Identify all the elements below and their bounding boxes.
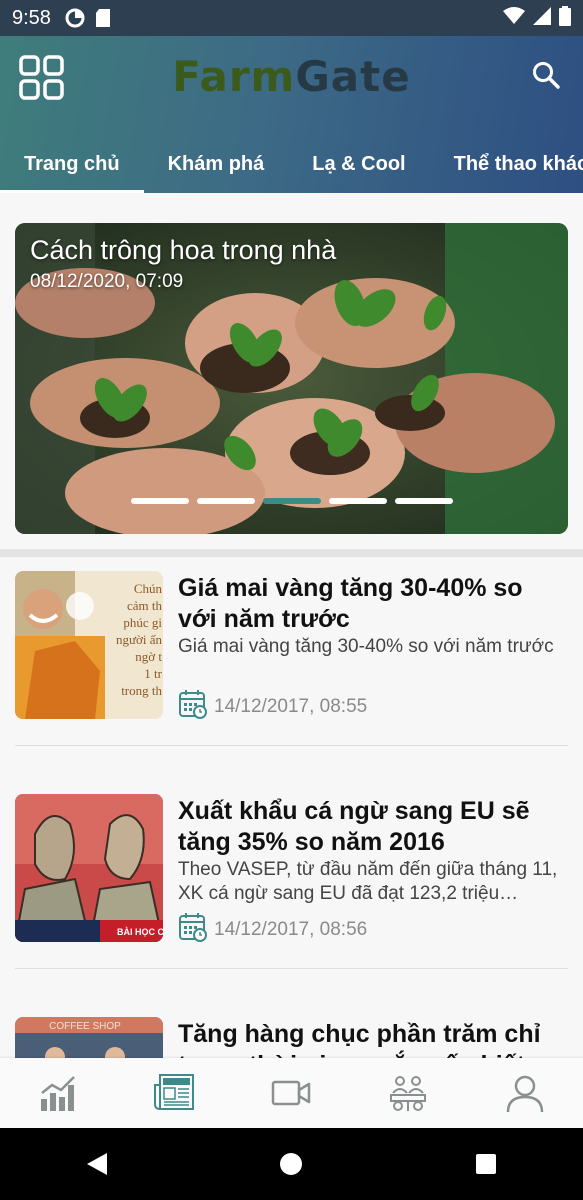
- tab-the-thao-khac[interactable]: Thể thao khác: [430, 136, 583, 193]
- thumb-caption: BÀI HỌC C: [117, 927, 163, 937]
- article-item[interactable]: COFFEE SHOP Tăng hàng chục phần trăm chỉ…: [15, 1017, 568, 1058]
- thumb-text-line: ngờ t: [135, 649, 162, 664]
- tab-la-cool[interactable]: Lạ & Cool: [288, 136, 429, 193]
- article-description: Theo VASEP, từ đầu năm đến giữa tháng 11…: [178, 859, 558, 904]
- featured-image: [15, 223, 568, 534]
- app-header: FarmGate Trang chủ Khám phá Lạ & Cool Th…: [0, 36, 583, 193]
- profile-icon[interactable]: [495, 1068, 555, 1118]
- article-meta: 14/12/2017, 08:56: [178, 912, 367, 948]
- news-icon[interactable]: [145, 1068, 205, 1118]
- carousel-dot-1[interactable]: [130, 498, 189, 504]
- sd-card-icon: [95, 8, 111, 28]
- tab-kham-pha[interactable]: Khám phá: [144, 136, 289, 193]
- data-saver-icon: [65, 8, 85, 28]
- thumb-text-line: trong th: [121, 683, 162, 698]
- article-item[interactable]: Chún cảm th phúc gi người ấn ngờ t 1 tr …: [15, 571, 568, 761]
- article-date: 14/12/2017, 08:56: [214, 919, 368, 940]
- article-title[interactable]: Giá mai vàng tăng 30-40% so với năm trướ…: [178, 573, 568, 635]
- community-icon[interactable]: [378, 1068, 438, 1118]
- chart-icon[interactable]: [28, 1068, 88, 1118]
- search-icon[interactable]: [531, 60, 561, 90]
- thumb-text-line: phúc gi: [123, 615, 162, 630]
- recents-icon[interactable]: [456, 1134, 516, 1194]
- thumb-text-line: Chún: [134, 581, 163, 596]
- article-title[interactable]: Tăng hàng chục phần trăm chỉ trong thời …: [178, 1019, 568, 1058]
- article-item[interactable]: BÀI HỌC C Xuất khẩu cá ngừ sang EU sẽ tă…: [15, 794, 568, 984]
- status-bar: 9:58: [0, 0, 583, 36]
- wifi-icon: [503, 6, 525, 30]
- thumb-text-line: cảm th: [127, 598, 163, 613]
- carousel-indicator: [15, 498, 568, 504]
- article-date: 14/12/2017, 08:55: [214, 696, 368, 717]
- tab-trang-chu[interactable]: Trang chủ: [0, 136, 144, 193]
- status-time: 9:58: [12, 6, 51, 29]
- carousel-dot-2[interactable]: [196, 498, 255, 504]
- logo-farm: Farm: [172, 52, 296, 101]
- battery-icon: [559, 5, 571, 31]
- system-navigation-bar: [0, 1128, 583, 1200]
- featured-title[interactable]: Cách trông hoa trong nhà: [30, 235, 336, 266]
- thumb-text-line: người ấn: [116, 632, 163, 647]
- carousel-dot-5[interactable]: [394, 498, 453, 504]
- article-thumbnail: Chún cảm th phúc gi người ấn ngờ t 1 tr …: [15, 571, 163, 719]
- category-tabs: Trang chủ Khám phá Lạ & Cool Thể thao kh…: [0, 136, 583, 193]
- featured-carousel[interactable]: Cách trông hoa trong nhà 08/12/2020, 07:…: [15, 223, 568, 534]
- article-description: Giá mai vàng tăng 30-40% so với năm trướ…: [178, 636, 554, 657]
- video-icon[interactable]: [261, 1068, 321, 1118]
- app-logo: FarmGate: [0, 52, 583, 101]
- article-thumbnail: BÀI HỌC C: [15, 794, 163, 942]
- calendar-icon: [178, 689, 208, 725]
- back-icon[interactable]: [67, 1134, 127, 1194]
- article-divider: [15, 745, 568, 746]
- featured-date: 08/12/2020, 07:09: [30, 271, 184, 292]
- section-divider: [0, 549, 583, 557]
- thumb-caption: COFFEE SHOP: [49, 1021, 121, 1032]
- signal-icon: [533, 6, 551, 30]
- article-thumbnail: COFFEE SHOP: [15, 1017, 163, 1058]
- bottom-navigation: [0, 1058, 583, 1128]
- thumb-text-line: 1 tr: [144, 666, 162, 681]
- carousel-dot-4[interactable]: [328, 498, 387, 504]
- logo-gate: Gate: [295, 52, 411, 101]
- calendar-icon: [178, 912, 208, 948]
- carousel-dot-3[interactable]: [262, 498, 321, 504]
- home-icon[interactable]: [261, 1134, 321, 1194]
- article-divider: [15, 968, 568, 969]
- article-meta: 14/12/2017, 08:55: [178, 689, 367, 725]
- content-area[interactable]: Cách trông hoa trong nhà 08/12/2020, 07:…: [0, 193, 583, 1058]
- article-title[interactable]: Xuất khẩu cá ngừ sang EU sẽ tăng 35% so …: [178, 796, 568, 858]
